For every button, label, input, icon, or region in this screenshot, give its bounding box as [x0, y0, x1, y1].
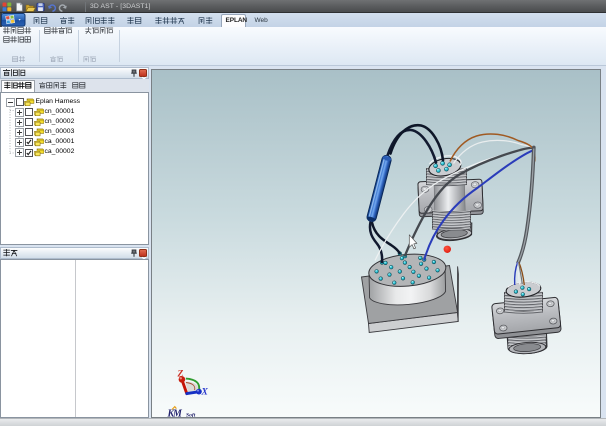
svg-text:X: X [201, 388, 209, 398]
svg-text:M: M [172, 409, 183, 418]
svg-text:Soft: Soft [186, 412, 196, 417]
svg-text:Z: Z [177, 370, 184, 380]
